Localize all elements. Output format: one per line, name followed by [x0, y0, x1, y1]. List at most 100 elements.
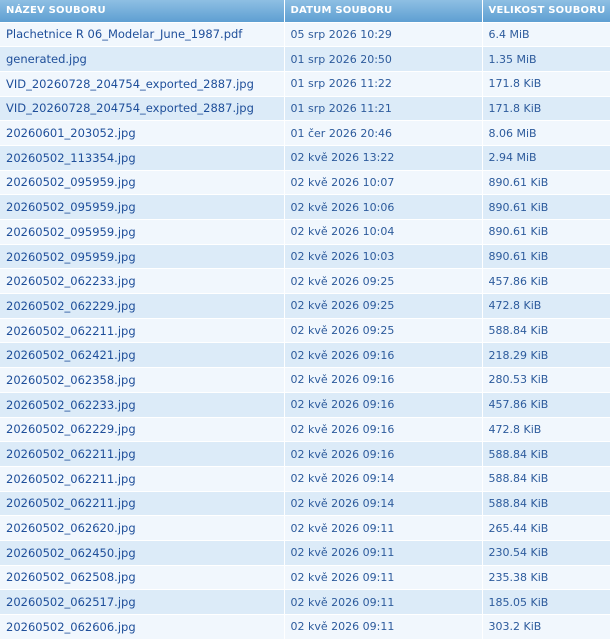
- column-header-name[interactable]: NÁZEV SOUBORU: [0, 0, 285, 23]
- file-date-cell: 02 kvě 2026 09:16: [284, 417, 483, 443]
- file-size-cell: 303.2 KiB: [482, 614, 610, 640]
- file-date-cell: 02 kvě 2026 10:07: [284, 170, 483, 196]
- table-row[interactable]: 20260502_062450.jpg 02 kvě 2026 09:11 230.…: [0, 540, 610, 566]
- file-date-cell: 02 kvě 2026 09:11: [284, 540, 483, 566]
- file-name-link[interactable]: 20260502_062606.jpg: [6, 620, 136, 634]
- table-row[interactable]: 20260502_062211.jpg 02 kvě 2026 09:14 588.…: [0, 466, 610, 492]
- file-name-cell: 20260502_062606.jpg: [0, 614, 285, 640]
- file-size-cell: 588.84 KiB: [482, 466, 610, 492]
- table-row[interactable]: 20260502_062620.jpg 02 kvě 2026 09:11 265.…: [0, 515, 610, 541]
- file-name-cell: VID_20260728_204754_exported_2887.jpg: [0, 71, 285, 97]
- file-size-cell: 457.86 KiB: [482, 268, 610, 295]
- file-name-link[interactable]: 20260502_062211.jpg: [6, 496, 136, 510]
- table-row[interactable]: 20260502_062421.jpg 02 kvě 2026 09:16 218.…: [0, 342, 610, 369]
- file-name-link[interactable]: 20260502_062508.jpg: [6, 570, 136, 584]
- file-name-link[interactable]: 20260601_203052.jpg: [6, 126, 136, 140]
- file-size-cell: 280.53 KiB: [482, 367, 610, 393]
- file-name-link[interactable]: 20260502_062421.jpg: [6, 348, 136, 362]
- file-name-link[interactable]: 20260502_062229.jpg: [6, 422, 136, 436]
- file-size-cell: 185.05 KiB: [482, 589, 610, 615]
- table-row[interactable]: 20260502_062508.jpg 02 kvě 2026 09:11 235.…: [0, 565, 610, 591]
- table-row[interactable]: 20260502_062211.jpg 02 kvě 2026 09:16 588.…: [0, 441, 610, 467]
- file-name-link[interactable]: 20260502_062450.jpg: [6, 546, 136, 560]
- file-name-link[interactable]: 20260502_062233.jpg: [6, 398, 136, 412]
- file-name-link[interactable]: 20260502_095959.jpg: [6, 200, 136, 214]
- file-date-cell: 01 srp 2026 11:22: [284, 71, 483, 97]
- file-size-cell: 265.44 KiB: [482, 515, 610, 541]
- file-name-cell: 20260502_062421.jpg: [0, 342, 285, 369]
- table-row[interactable]: 20260502_062233.jpg 02 kvě 2026 09:25 457.…: [0, 268, 610, 295]
- file-name-link[interactable]: VID_20260728_204754_exported_2887.jpg: [6, 77, 254, 91]
- table-row[interactable]: 20260502_095959.jpg 02 kvě 2026 10:04 890.…: [0, 219, 610, 245]
- file-date-cell: 02 kvě 2026 13:22: [284, 145, 483, 171]
- file-name-link[interactable]: 20260502_095959.jpg: [6, 225, 136, 239]
- file-size-cell: 230.54 KiB: [482, 540, 610, 566]
- table-row[interactable]: 20260601_203052.jpg 01 čer 2026 20:46 8.06…: [0, 120, 610, 146]
- column-header-size[interactable]: VELIKOST SOUBORU: [482, 0, 610, 23]
- table-row[interactable]: VID_20260728_204754_exported_2887.jpg 01 …: [0, 96, 610, 122]
- table-row[interactable]: Plachetnice R 06_Modelar_June_1987.pdf 05…: [0, 22, 610, 48]
- table-row[interactable]: 20260502_095959.jpg 02 kvě 2026 10:07 890.…: [0, 170, 610, 196]
- file-name-link[interactable]: 20260502_113354.jpg: [6, 151, 136, 165]
- file-size-cell: 218.29 KiB: [482, 342, 610, 369]
- file-name-cell: 20260502_062211.jpg: [0, 466, 285, 492]
- table-row[interactable]: generated.jpg 01 srp 2026 20:50 1.35 MiB: [0, 46, 610, 72]
- file-name-cell: 20260601_203052.jpg: [0, 120, 285, 146]
- file-size-cell: 472.8 KiB: [482, 417, 610, 443]
- file-date-cell: 01 čer 2026 20:46: [284, 120, 483, 146]
- file-size-cell: 235.38 KiB: [482, 565, 610, 591]
- table-row[interactable]: 20260502_062358.jpg 02 kvě 2026 09:16 280.…: [0, 367, 610, 393]
- file-name-link[interactable]: generated.jpg: [6, 52, 87, 66]
- file-name-link[interactable]: 20260502_062211.jpg: [6, 472, 136, 486]
- table-row[interactable]: 20260502_062517.jpg 02 kvě 2026 09:11 185.…: [0, 589, 610, 615]
- file-date-cell: 02 kvě 2026 10:06: [284, 194, 483, 220]
- file-size-cell: 890.61 KiB: [482, 170, 610, 196]
- file-name-cell: 20260502_062620.jpg: [0, 515, 285, 541]
- table-row[interactable]: 20260502_095959.jpg 02 kvě 2026 10:06 890.…: [0, 194, 610, 220]
- file-size-cell: 171.8 KiB: [482, 71, 610, 97]
- file-date-cell: 05 srp 2026 10:29: [284, 22, 483, 48]
- file-date-cell: 02 kvě 2026 09:11: [284, 614, 483, 640]
- file-name-link[interactable]: Plachetnice R 06_Modelar_June_1987.pdf: [6, 27, 242, 41]
- file-size-cell: 588.84 KiB: [482, 491, 610, 517]
- file-date-cell: 02 kvě 2026 09:25: [284, 268, 483, 295]
- table-row[interactable]: 20260502_062229.jpg 02 kvě 2026 09:25 472.…: [0, 293, 610, 319]
- table-row[interactable]: VID_20260728_204754_exported_2887.jpg 01 …: [0, 71, 610, 97]
- file-name-link[interactable]: 20260502_062211.jpg: [6, 324, 136, 338]
- file-name-link[interactable]: 20260502_062620.jpg: [6, 521, 136, 535]
- table-header: NÁZEV SOUBORU DATUM SOUBORU VELIKOST SOU…: [0, 0, 610, 23]
- file-name-cell: VID_20260728_204754_exported_2887.jpg: [0, 96, 285, 122]
- file-name-link[interactable]: 20260502_095959.jpg: [6, 250, 136, 264]
- file-size-cell: 8.06 MiB: [482, 120, 610, 146]
- file-date-cell: 02 kvě 2026 09:14: [284, 466, 483, 492]
- table-row[interactable]: 20260502_113354.jpg 02 kvě 2026 13:22 2.94…: [0, 145, 610, 171]
- table-row[interactable]: 20260502_062606.jpg 02 kvě 2026 09:11 303.…: [0, 614, 610, 640]
- file-size-cell: 890.61 KiB: [482, 219, 610, 245]
- file-name-cell: generated.jpg: [0, 46, 285, 72]
- file-date-cell: 02 kvě 2026 09:11: [284, 589, 483, 615]
- table-row[interactable]: 20260502_062233.jpg 02 kvě 2026 09:16 457.…: [0, 392, 610, 418]
- file-name-cell: 20260502_062517.jpg: [0, 589, 285, 615]
- table-row[interactable]: 20260502_062211.jpg 02 kvě 2026 09:14 588.…: [0, 491, 610, 517]
- table-row[interactable]: 20260502_095959.jpg 02 kvě 2026 10:03 890.…: [0, 244, 610, 270]
- table-row[interactable]: 20260502_062211.jpg 02 kvě 2026 09:25 588.…: [0, 318, 610, 344]
- file-size-cell: 2.94 MiB: [482, 145, 610, 171]
- file-name-link[interactable]: 20260502_095959.jpg: [6, 175, 136, 189]
- table-body: Plachetnice R 06_Modelar_June_1987.pdf 05…: [0, 22, 610, 640]
- file-name-cell: 20260502_062233.jpg: [0, 392, 285, 418]
- file-name-cell: 20260502_062211.jpg: [0, 491, 285, 517]
- file-name-cell: Plachetnice R 06_Modelar_June_1987.pdf: [0, 22, 285, 48]
- file-name-link[interactable]: 20260502_062517.jpg: [6, 595, 136, 609]
- file-date-cell: 02 kvě 2026 10:04: [284, 219, 483, 245]
- file-date-cell: 02 kvě 2026 09:16: [284, 367, 483, 393]
- file-size-cell: 1.35 MiB: [482, 46, 610, 72]
- file-name-link[interactable]: 20260502_062229.jpg: [6, 299, 136, 313]
- file-date-cell: 02 kvě 2026 09:25: [284, 318, 483, 344]
- table-row[interactable]: 20260502_062229.jpg 02 kvě 2026 09:16 472.…: [0, 417, 610, 443]
- file-name-link[interactable]: 20260502_062211.jpg: [6, 447, 136, 461]
- file-name-link[interactable]: 20260502_062358.jpg: [6, 373, 136, 387]
- file-name-link[interactable]: 20260502_062233.jpg: [6, 274, 136, 288]
- column-header-date[interactable]: DATUM SOUBORU: [284, 0, 483, 23]
- file-name-cell: 20260502_062211.jpg: [0, 441, 285, 467]
- file-name-link[interactable]: VID_20260728_204754_exported_2887.jpg: [6, 101, 254, 115]
